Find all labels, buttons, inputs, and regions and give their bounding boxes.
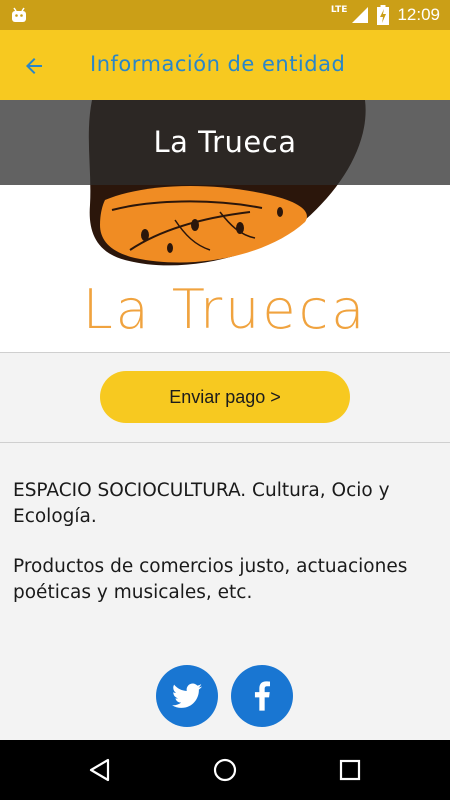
page-title: Información de entidad [90, 52, 346, 76]
facebook-button[interactable] [231, 665, 293, 727]
navigation-bar [0, 740, 450, 800]
entity-name: La Trueca [153, 125, 297, 159]
divider [0, 352, 450, 353]
signal-icon [352, 7, 369, 23]
android-icon [12, 7, 26, 22]
entity-banner: La Trueca La Trueca [0, 100, 450, 352]
status-bar: LTE 12:09 [0, 0, 450, 30]
back-triangle-icon[interactable] [87, 757, 113, 783]
clock: 12:09 [397, 5, 440, 24]
divider [0, 442, 450, 443]
twitter-button[interactable] [156, 665, 218, 727]
twitter-icon [172, 683, 202, 708]
description-paragraph: ESPACIO SOCIOCULTURA. Cultura, Ocio y Ec… [13, 480, 390, 527]
network-type: LTE [330, 5, 348, 15]
recents-square-icon[interactable] [337, 757, 363, 783]
send-payment-button[interactable]: Enviar pago > [100, 371, 350, 423]
battery-charging-icon [377, 5, 390, 25]
logo-text: La Trueca [82, 278, 368, 341]
facebook-icon [254, 681, 270, 711]
description-paragraph: Productos de comercios justo, actuacione… [13, 556, 408, 603]
arrow-back-icon[interactable] [22, 54, 46, 78]
entity-description: ESPACIO SOCIOCULTURA. Cultura, Ocio y Ec… [13, 478, 438, 630]
home-circle-icon[interactable] [212, 757, 238, 783]
app-bar: Información de entidad [0, 30, 450, 100]
